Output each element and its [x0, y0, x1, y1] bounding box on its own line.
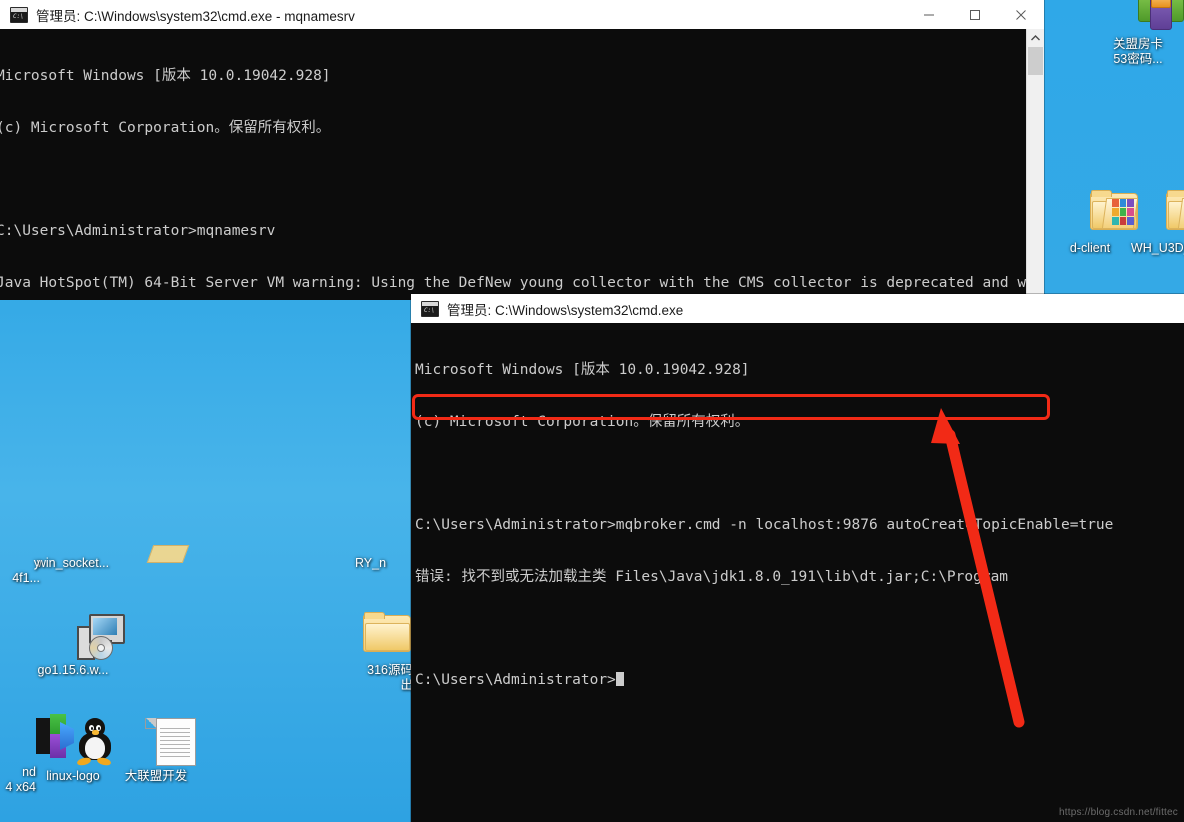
cmd-window-mqbroker[interactable]: C:\ 管理员: C:\Windows\system32\cmd.exe Mic…: [411, 294, 1184, 822]
window-controls: [906, 0, 1044, 29]
text-document-icon: [108, 718, 204, 766]
desktop-icon-label: 大联盟开发: [124, 769, 188, 783]
console-line-prompt: C:\Users\Administrator>: [415, 671, 1184, 689]
blog-watermark: https://blog.csdn.net/fittec: [1059, 807, 1178, 818]
titlebar-mqnamesrv[interactable]: C:\ 管理员: C:\Windows\system32\cmd.exe - m…: [0, 0, 1044, 30]
close-button[interactable]: [998, 0, 1044, 29]
desktop-icon-label: 316源码 出: [367, 663, 413, 692]
window-title: 管理员: C:\Windows\system32\cmd.exe: [447, 302, 684, 318]
console-line: (c) Microsoft Corporation。保留所有权利。: [415, 414, 750, 430]
desktop-icon-label: linux-logo: [46, 769, 100, 783]
desktop-icon-label: go1.15.6.w...: [37, 663, 109, 677]
console-line-error: 错误: 找不到或无法加载主类 Files\Java\jdk1.8.0_191\l…: [415, 568, 1009, 585]
minimize-button[interactable]: [906, 0, 952, 29]
prompt-text: C:\Users\Administrator>: [415, 671, 616, 688]
window-title: 管理员: C:\Windows\system32\cmd.exe - mqnam…: [36, 8, 355, 24]
desktop-icon-4f1[interactable]: y 4f1...: [0, 556, 40, 586]
maximize-button[interactable]: [952, 0, 998, 29]
console-output-mqbroker: Microsoft Windows [版本 10.0.19042.928] (c…: [411, 323, 1184, 822]
cmd-console-icon: C:\: [10, 6, 28, 23]
desktop-icon-label: 关盟房卡 53密码...: [1112, 37, 1163, 66]
desktop-icon-x64-partial[interactable]: nd 4 x64: [0, 714, 74, 795]
pc-cd-icon: [25, 612, 125, 660]
desktop-icon-go1156[interactable]: go1.15.6.w...: [25, 612, 125, 678]
desktop-icon-label: y 4f1...: [12, 556, 40, 585]
wm-icon: [0, 714, 74, 762]
console-caret: [615, 671, 624, 686]
desktop-icon-rar-partial[interactable]: 关盟房卡 53密码...: [1092, 0, 1184, 67]
console-line: Microsoft Windows [版本 10.0.19042.928]: [415, 362, 750, 379]
folder-icon: [1118, 190, 1184, 238]
console-line: Java HotSpot(TM) 64-Bit Server VM warnin…: [0, 274, 1036, 291]
desktop-icon-daliangmeng[interactable]: 大联盟开发: [108, 718, 204, 784]
cmd-console-icon: C:\: [421, 300, 439, 317]
titlebar-mqbroker[interactable]: C:\ 管理员: C:\Windows\system32\cmd.exe: [411, 294, 1184, 324]
cmd-window-mqnamesrv[interactable]: C:\ 管理员: C:\Windows\system32\cmd.exe - m…: [0, 0, 1044, 300]
desktop-icon-label: nd 4 x64: [5, 765, 36, 794]
console-line: C:\Users\Administrator>mqbroker.cmd -n l…: [415, 517, 1114, 534]
scrollbar-thumb[interactable]: [1028, 47, 1043, 75]
console-output-mqnamesrv: Microsoft Windows [版本 10.0.19042.928] (c…: [0, 29, 1036, 300]
console-line: C:\Users\Administrator>mqnamesrv: [0, 223, 276, 240]
vertical-scrollbar[interactable]: [1026, 29, 1044, 295]
desktop-icon-partial-folder-top: [146, 545, 190, 563]
console-line: (c) Microsoft Corporation。保留所有权利。: [0, 120, 331, 136]
console-line: Microsoft Windows [版本 10.0.19042.928]: [0, 68, 331, 85]
scroll-up-arrow-icon[interactable]: [1027, 29, 1044, 46]
desktop-icon-wh-u3d[interactable]: WH_U3D_...: [1118, 190, 1184, 256]
desktop-icon-label: WH_U3D_...: [1130, 241, 1184, 255]
winrar-archive-icon: [1092, 0, 1184, 34]
